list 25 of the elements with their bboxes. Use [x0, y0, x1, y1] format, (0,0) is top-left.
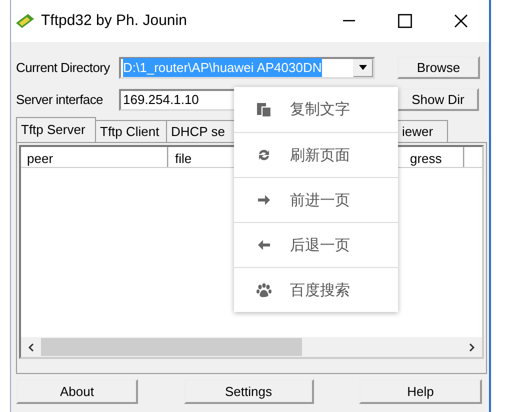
tab[interactable]: Tftp Server: [16, 117, 96, 142]
field-label: Current Directory: [15, 58, 111, 77]
about-button[interactable]: About: [16, 379, 138, 404]
maximize-icon[interactable]: [398, 14, 412, 28]
copy-icon: [256, 102, 272, 118]
dropdown-arrow-icon[interactable]: [359, 65, 367, 70]
menu-item[interactable]: 刷新页面: [234, 132, 398, 177]
right-arrow-icon: [256, 192, 272, 208]
tab[interactable]: Tftp Client: [95, 120, 167, 142]
browse-button[interactable]: Browse: [397, 56, 480, 79]
window-title: Tftpd32 by Ph. Jounin: [41, 10, 187, 31]
help-button[interactable]: Help: [359, 379, 482, 404]
close-icon[interactable]: [454, 14, 468, 28]
minimize-icon[interactable]: [343, 20, 355, 22]
scrollbar-thumb[interactable]: [41, 338, 302, 356]
refresh-icon: [256, 147, 272, 163]
settings-button[interactable]: Settings: [184, 379, 314, 404]
paw-icon: [256, 282, 272, 298]
menu-item[interactable]: 前进一页: [234, 177, 398, 222]
field-label: Server interface: [15, 90, 104, 109]
app-icon: [15, 13, 35, 29]
menu-item[interactable]: 百度搜索: [234, 267, 398, 312]
show-dir-button[interactable]: Show Dir: [397, 88, 479, 111]
column-header[interactable]: peer: [21, 147, 169, 167]
menu-item[interactable]: 后退一页: [234, 222, 398, 267]
